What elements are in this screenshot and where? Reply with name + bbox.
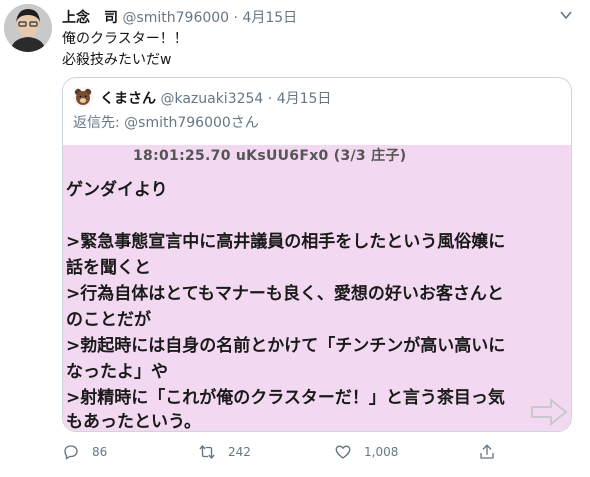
next-arrow-icon bbox=[531, 397, 568, 427]
quote-author-handle: @kazuaki3254 bbox=[160, 91, 264, 107]
quote-header: くまさん @kazuaki3254 · 4月15日 bbox=[100, 88, 331, 108]
quote-date: 4月15日 bbox=[276, 91, 332, 107]
quoted-tweet[interactable]: くまさん @kazuaki3254 · 4月15日 返信先: @smith796… bbox=[62, 77, 572, 432]
like-button[interactable]: 1,008 bbox=[334, 440, 398, 464]
tweet-text: 俺のクラスター！！ 必殺技みたいだw bbox=[62, 29, 188, 71]
like-count: 1,008 bbox=[364, 445, 399, 459]
reply-handle: @smith796000 bbox=[124, 115, 231, 131]
quote-author-avatar bbox=[73, 87, 93, 107]
share-icon[interactable] bbox=[478, 443, 496, 461]
image-text-line: >射精時に「これが俺のクラスターだ！」と言う茶目っ気 bbox=[66, 388, 505, 408]
tweet-text-line: 必殺技みたいだw bbox=[62, 52, 172, 68]
heart-icon bbox=[335, 445, 351, 459]
tweet-date[interactable]: 4月15日 bbox=[242, 10, 297, 26]
image-text-line: もあったという。 bbox=[66, 412, 201, 431]
reply-button[interactable]: 86 bbox=[62, 440, 107, 464]
image-text-line: なったよ」や bbox=[66, 362, 168, 382]
author-avatar[interactable] bbox=[4, 4, 52, 52]
author-name[interactable]: 上念 司 bbox=[62, 10, 118, 26]
quote-author-name: くまさん bbox=[100, 91, 156, 107]
image-text-line: のことだが bbox=[66, 310, 151, 330]
tweet-text-line: 俺のクラスター！！ bbox=[62, 31, 188, 47]
retweet-count: 242 bbox=[228, 445, 251, 459]
tweet-header: 上念 司 @smith796000 · 4月15日 bbox=[62, 7, 297, 27]
image-text-line: ゲンダイより bbox=[66, 180, 168, 200]
reply-count: 86 bbox=[92, 445, 108, 459]
retweet-icon bbox=[199, 445, 215, 459]
tweet: 上念 司 @smith796000 · 4月15日 俺のクラスター！！ 必殺技みた… bbox=[0, 0, 590, 477]
reply-suffix: さん bbox=[230, 115, 259, 131]
separator-dot: · bbox=[233, 10, 238, 26]
author-handle[interactable]: @smith796000 bbox=[122, 10, 229, 26]
image-text-line: >勃起時には自身の名前とかけて「チンチンが高い高いに bbox=[66, 336, 506, 356]
separator-dot: · bbox=[267, 91, 273, 107]
retweet-button[interactable]: 242 bbox=[198, 440, 251, 464]
reply-label: 返信先: bbox=[73, 115, 125, 131]
quote-reply-context: 返信先: @smith796000さん bbox=[73, 112, 259, 132]
quote-image[interactable]: 18:01:25.70 uKsUU6Fx0 (3/3 庄子) ゲンダイより >緊… bbox=[63, 145, 571, 431]
image-post-header: 18:01:25.70 uKsUU6Fx0 (3/3 庄子) bbox=[133, 148, 407, 164]
image-text-line: >行為自体はとてもマナーも良く、愛想の好いお客さんと bbox=[66, 284, 504, 304]
image-text-line: >緊急事態宣言中に高井議員の相手をしたという風俗嬢に bbox=[66, 232, 506, 252]
reply-icon bbox=[64, 445, 78, 460]
chevron-down-icon[interactable] bbox=[560, 10, 572, 20]
image-text-line: 話を聞くと bbox=[66, 258, 151, 278]
tweet-actions: 86 242 1,008 bbox=[62, 440, 562, 464]
